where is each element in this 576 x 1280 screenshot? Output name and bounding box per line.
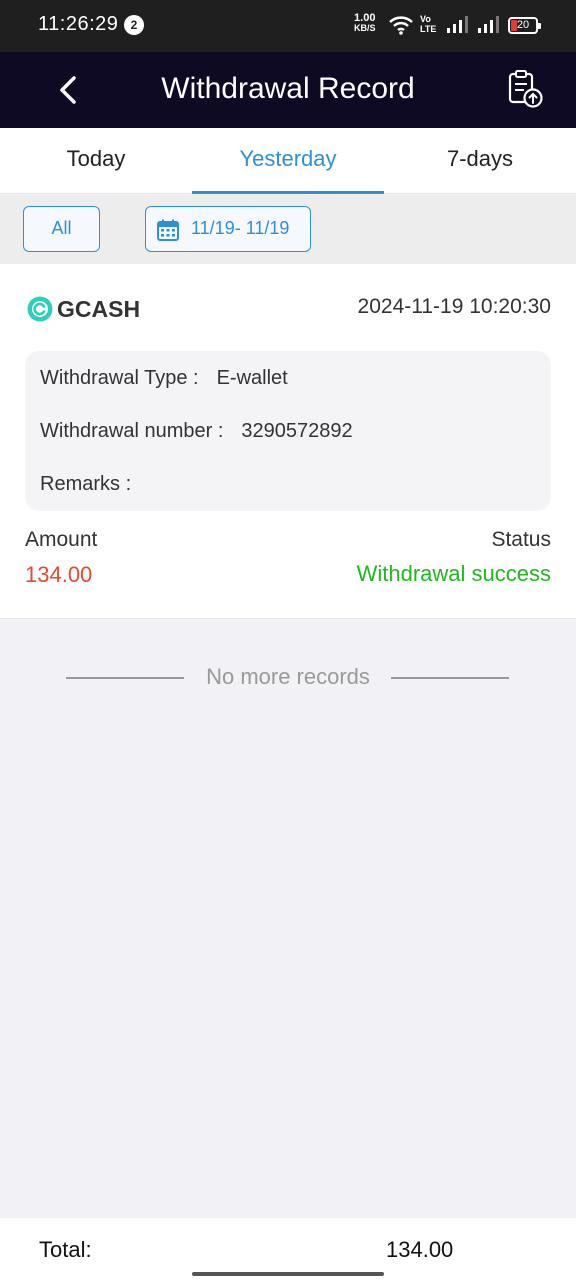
tab-yesterday[interactable]: Yesterday: [192, 128, 384, 194]
date-range-label: 11/19- 11/19: [191, 218, 290, 238]
tab-today[interactable]: Today: [0, 128, 192, 193]
status-bar: 11:26:29 2 1.00 KB/S Vo LTE 20: [0, 0, 576, 52]
gcash-logo-icon: [27, 296, 53, 322]
network-speed: 1.00 KB/S: [354, 12, 376, 34]
list-end-indicator: No more records: [0, 662, 576, 694]
tab-7-days[interactable]: 7-days: [384, 128, 576, 193]
remarks-row: Remarks :: [40, 473, 149, 496]
network-speed-value: 1.00: [354, 12, 376, 24]
withdrawal-number-value: 3290572892: [241, 420, 353, 442]
status-time: 11:26:29: [38, 13, 119, 35]
divider-right: [391, 677, 509, 679]
filter-all-button[interactable]: All: [23, 206, 100, 252]
network-speed-unit: KB/S: [354, 23, 376, 33]
notification-badge: 2: [124, 15, 144, 35]
filter-bar: All 11/19- 11/19: [0, 195, 576, 264]
home-indicator[interactable]: [192, 1272, 384, 1276]
battery-icon: 20: [508, 17, 541, 34]
withdrawal-type-label: Withdrawal Type :: [40, 367, 199, 389]
remarks-label: Remarks :: [40, 473, 132, 495]
battery-level: 20: [516, 19, 530, 31]
wifi-icon: [389, 16, 413, 35]
clipboard-upload-icon[interactable]: [504, 68, 546, 110]
amount-label: Amount: [25, 528, 98, 551]
withdrawal-record-card[interactable]: GCASH 2024-11-19 10:20:30 Withdrawal Typ…: [0, 264, 576, 619]
status-value: Withdrawal success: [356, 561, 551, 586]
record-details: Withdrawal Type : E-wallet Withdrawal num…: [25, 351, 551, 511]
withdrawal-type-value: E-wallet: [216, 367, 288, 389]
date-tabs: Today Yesterday 7-days: [0, 128, 576, 194]
volte-indicator: Vo LTE: [420, 14, 436, 34]
payment-brand: GCASH: [27, 294, 140, 324]
header-bar: Withdrawal Record: [0, 52, 576, 128]
total-footer: Total: 134.00: [0, 1218, 576, 1280]
calendar-icon: [157, 219, 179, 241]
total-label: Total:: [39, 1237, 92, 1262]
brand-name: GCASH: [57, 295, 141, 322]
signal-icon: [447, 16, 468, 33]
total-value: 134.00: [386, 1237, 454, 1262]
page-title: Withdrawal Record: [161, 72, 415, 105]
volte-top: Vo: [420, 14, 431, 24]
status-label: Status: [491, 528, 551, 551]
withdrawal-type-row: Withdrawal Type : E-wallet: [40, 367, 288, 390]
date-range-button[interactable]: 11/19- 11/19: [145, 206, 311, 252]
withdrawal-number-row: Withdrawal number : 3290572892: [40, 420, 353, 443]
volte-bottom: LTE: [420, 24, 437, 34]
amount-value: 134.00: [25, 562, 93, 587]
record-datetime: 2024-11-19 10:20:30: [357, 295, 551, 318]
withdrawal-number-label: Withdrawal number :: [40, 420, 224, 442]
signal-icon-2: [478, 16, 499, 33]
